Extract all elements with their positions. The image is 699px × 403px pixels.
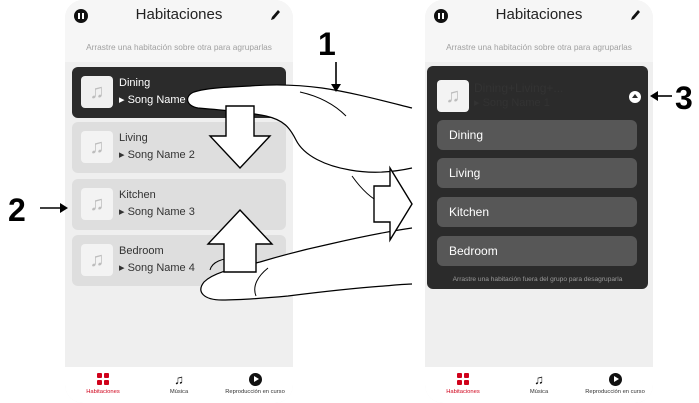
step-number-2: 2 bbox=[8, 192, 26, 228]
step3-arrow-icon bbox=[650, 91, 658, 101]
gesture-overlay bbox=[40, 62, 672, 301]
step-number-1: 1 bbox=[318, 26, 336, 62]
step-number-3: 3 bbox=[675, 80, 693, 116]
step2-arrow-icon bbox=[60, 203, 68, 213]
hand-top-illustration bbox=[187, 84, 413, 173]
